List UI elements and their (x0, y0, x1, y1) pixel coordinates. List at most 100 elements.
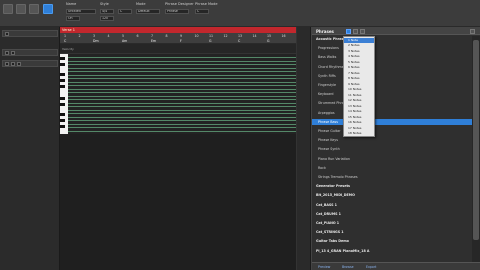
options-icon[interactable] (360, 28, 365, 34)
note-lane[interactable] (68, 67, 296, 69)
black-key[interactable] (60, 63, 65, 66)
browser-scrollbar[interactable] (472, 36, 480, 262)
black-key[interactable] (60, 103, 65, 106)
key-field[interactable]: C (118, 9, 132, 14)
track-row[interactable] (2, 30, 58, 37)
piano-keys[interactable] (60, 54, 68, 134)
phrase-designer-field[interactable]: Phrase (165, 9, 189, 14)
tree-folder[interactable]: Generator Presets (316, 183, 350, 189)
note-lane[interactable] (68, 113, 296, 115)
tree-folder[interactable]: Bit_2015_MIDI_DEMO (316, 192, 355, 198)
tree-item[interactable]: Rock (318, 165, 326, 171)
ruler-chord[interactable]: Em (151, 39, 156, 43)
ruler-chord[interactable]: Am (122, 39, 127, 43)
black-key[interactable] (60, 85, 65, 88)
tree-item[interactable]: Keyboard (318, 91, 334, 97)
tree-folder[interactable]: Pl_13 4_GRAN PianoMix_18 A (316, 248, 369, 254)
velocity-strip[interactable]: Velocity (60, 44, 296, 54)
tree-item[interactable]: Phrase Bass (312, 118, 472, 125)
note-lane[interactable] (68, 85, 296, 87)
folder-icon[interactable] (16, 4, 26, 14)
black-key[interactable] (60, 119, 65, 122)
tree-item[interactable]: Phrase Synth (318, 146, 340, 152)
vertical-scrollbar[interactable] (296, 27, 310, 270)
note-lane[interactable] (68, 60, 296, 62)
black-key[interactable] (60, 113, 65, 116)
dropdown-option[interactable]: 18 Notes (344, 131, 374, 136)
name-field[interactable]: Untitled (66, 9, 96, 14)
ruler-chord[interactable]: Dm (93, 39, 99, 43)
note-lane[interactable] (68, 127, 296, 129)
style-field[interactable]: 4/4 (100, 9, 114, 14)
mode-field[interactable]: Default (136, 9, 160, 14)
note-lane[interactable] (68, 92, 296, 94)
note-lane[interactable] (68, 123, 296, 125)
black-key[interactable] (60, 125, 65, 128)
tree-folder[interactable]: Cat_STRINGS 1 (316, 229, 344, 235)
solo-button[interactable] (11, 51, 15, 55)
black-key[interactable] (60, 57, 65, 60)
note-lane[interactable] (68, 109, 296, 111)
solo-button[interactable] (11, 62, 15, 66)
sync-field[interactable]: On (66, 16, 80, 21)
note-lane[interactable] (68, 106, 296, 108)
timeline-ruler[interactable]: 1 2 3 4 5 6 7 8 9 10 11 12 13 14 15 16 C Dm Am Em F G C G (60, 33, 296, 44)
note-lane[interactable] (68, 81, 296, 83)
tempo-field[interactable]: 120 (100, 16, 114, 21)
mute-button[interactable] (5, 32, 9, 36)
note-lane[interactable] (68, 78, 296, 80)
note-lane[interactable] (68, 88, 296, 90)
ruler-chord[interactable]: G (267, 39, 269, 43)
tree-folder[interactable]: Guitar Tabs Demo (316, 238, 349, 244)
note-lane[interactable] (68, 71, 296, 73)
browse-link[interactable]: Browse (342, 265, 354, 269)
tree-item[interactable]: Bass Walks (318, 54, 336, 60)
tree-folder[interactable]: Cat_BASS 1 (316, 202, 337, 208)
tree-item[interactable]: Piano Run Variation (318, 156, 350, 162)
ruler-chord[interactable]: C (64, 39, 66, 43)
tree-item[interactable]: Phrase Keys (318, 137, 338, 143)
note-lane[interactable] (68, 120, 296, 122)
scroll-thumb[interactable] (473, 40, 479, 240)
mute-button[interactable] (5, 62, 9, 66)
record-button[interactable] (17, 62, 21, 66)
tree-item[interactable]: Synth Riffs (318, 73, 336, 79)
ruler-chord[interactable]: G (209, 39, 211, 43)
note-lane[interactable] (68, 74, 296, 76)
refresh-icon[interactable] (353, 28, 358, 34)
ruler-chord[interactable]: C (238, 39, 240, 43)
note-lane[interactable] (68, 116, 296, 118)
tree-item[interactable]: Phrase Guitar (318, 128, 340, 134)
tree-item[interactable]: Arpeggios (318, 110, 335, 116)
tree-item[interactable]: Strings Tremolo Phrases (318, 174, 358, 180)
phrase-mode-icon[interactable] (43, 4, 53, 14)
tree-folder[interactable]: Cat_PIANO 1 (316, 220, 339, 226)
phrase-key-field[interactable]: C (195, 9, 209, 14)
note-lane[interactable] (68, 64, 296, 66)
tree-item[interactable]: Fingerstyle (318, 82, 336, 88)
note-lane[interactable] (68, 130, 296, 132)
note-lane[interactable] (68, 99, 296, 101)
tree-item[interactable]: Progressions (318, 45, 339, 51)
note-lane[interactable] (68, 57, 296, 59)
note-grid[interactable] (68, 54, 296, 134)
mute-button[interactable] (5, 51, 9, 55)
preview-link[interactable]: Preview (318, 265, 330, 269)
save-icon[interactable] (29, 4, 39, 14)
ruler-bar-number: 4 (107, 34, 110, 38)
track-row[interactable] (2, 60, 58, 67)
note-lane[interactable] (68, 102, 296, 104)
tree-item[interactable]: Chord Rhythms (318, 64, 344, 70)
menu-icon[interactable] (3, 4, 13, 14)
tree-folder[interactable]: Cat_DRUMS 1 (316, 211, 341, 217)
track-row[interactable] (2, 49, 58, 56)
black-key[interactable] (60, 97, 65, 100)
black-key[interactable] (60, 79, 65, 82)
ruler-chord[interactable]: F (180, 39, 182, 43)
note-count-dropdown-button[interactable] (346, 28, 351, 34)
close-icon[interactable] (470, 28, 475, 34)
note-count-dropdown[interactable]: 1 Note 2 Notes 3 Notes 4 Notes 5 Notes 6 Note… (343, 36, 375, 137)
export-link[interactable]: Export (366, 265, 376, 269)
note-lane[interactable] (68, 95, 296, 97)
black-key[interactable] (60, 73, 65, 76)
